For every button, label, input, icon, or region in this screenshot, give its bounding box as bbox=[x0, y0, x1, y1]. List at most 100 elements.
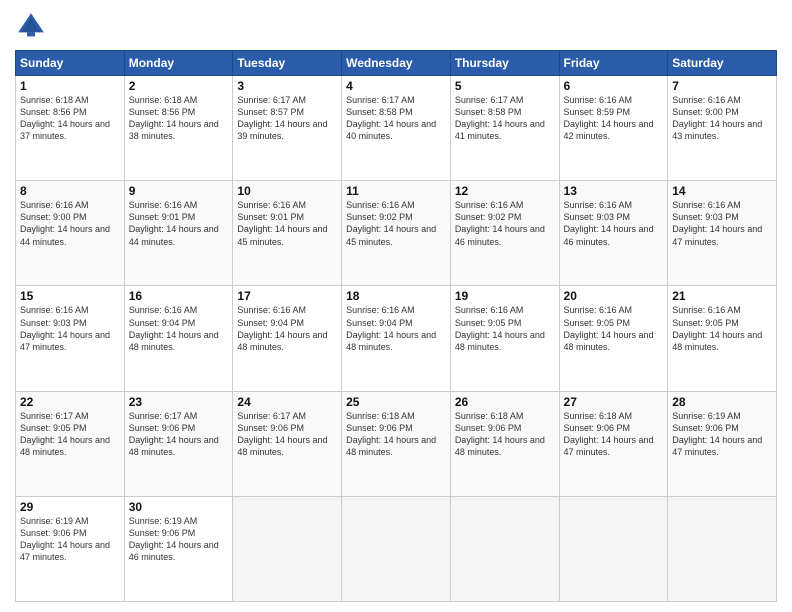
day-number: 24 bbox=[237, 395, 337, 409]
cell-details: Sunrise: 6:16 AMSunset: 9:05 PMDaylight:… bbox=[455, 304, 555, 353]
calendar-cell: 30Sunrise: 6:19 AMSunset: 9:06 PMDayligh… bbox=[124, 496, 233, 601]
day-number: 14 bbox=[672, 184, 772, 198]
col-header-sunday: Sunday bbox=[16, 51, 125, 76]
calendar-cell: 16Sunrise: 6:16 AMSunset: 9:04 PMDayligh… bbox=[124, 286, 233, 391]
day-number: 7 bbox=[672, 79, 772, 93]
calendar-cell: 3Sunrise: 6:17 AMSunset: 8:57 PMDaylight… bbox=[233, 76, 342, 181]
day-number: 22 bbox=[20, 395, 120, 409]
cell-details: Sunrise: 6:19 AMSunset: 9:06 PMDaylight:… bbox=[672, 410, 772, 459]
calendar-week-row: 29Sunrise: 6:19 AMSunset: 9:06 PMDayligh… bbox=[16, 496, 777, 601]
calendar-week-row: 1Sunrise: 6:18 AMSunset: 8:56 PMDaylight… bbox=[16, 76, 777, 181]
day-number: 21 bbox=[672, 289, 772, 303]
cell-details: Sunrise: 6:16 AMSunset: 9:03 PMDaylight:… bbox=[20, 304, 120, 353]
day-number: 13 bbox=[564, 184, 664, 198]
calendar-cell: 28Sunrise: 6:19 AMSunset: 9:06 PMDayligh… bbox=[668, 391, 777, 496]
cell-details: Sunrise: 6:19 AMSunset: 9:06 PMDaylight:… bbox=[129, 515, 229, 564]
calendar-cell: 5Sunrise: 6:17 AMSunset: 8:58 PMDaylight… bbox=[450, 76, 559, 181]
cell-details: Sunrise: 6:18 AMSunset: 8:56 PMDaylight:… bbox=[20, 94, 120, 143]
calendar-cell: 7Sunrise: 6:16 AMSunset: 9:00 PMDaylight… bbox=[668, 76, 777, 181]
day-number: 11 bbox=[346, 184, 446, 198]
calendar-cell: 10Sunrise: 6:16 AMSunset: 9:01 PMDayligh… bbox=[233, 181, 342, 286]
cell-details: Sunrise: 6:16 AMSunset: 9:03 PMDaylight:… bbox=[564, 199, 664, 248]
calendar-table: SundayMondayTuesdayWednesdayThursdayFrid… bbox=[15, 50, 777, 602]
cell-details: Sunrise: 6:16 AMSunset: 9:00 PMDaylight:… bbox=[20, 199, 120, 248]
cell-details: Sunrise: 6:17 AMSunset: 9:06 PMDaylight:… bbox=[129, 410, 229, 459]
cell-details: Sunrise: 6:17 AMSunset: 9:06 PMDaylight:… bbox=[237, 410, 337, 459]
calendar-cell: 29Sunrise: 6:19 AMSunset: 9:06 PMDayligh… bbox=[16, 496, 125, 601]
day-number: 20 bbox=[564, 289, 664, 303]
calendar-cell bbox=[668, 496, 777, 601]
calendar-cell: 21Sunrise: 6:16 AMSunset: 9:05 PMDayligh… bbox=[668, 286, 777, 391]
calendar-week-row: 8Sunrise: 6:16 AMSunset: 9:00 PMDaylight… bbox=[16, 181, 777, 286]
cell-details: Sunrise: 6:16 AMSunset: 8:59 PMDaylight:… bbox=[564, 94, 664, 143]
col-header-monday: Monday bbox=[124, 51, 233, 76]
day-number: 25 bbox=[346, 395, 446, 409]
day-number: 1 bbox=[20, 79, 120, 93]
calendar-cell: 20Sunrise: 6:16 AMSunset: 9:05 PMDayligh… bbox=[559, 286, 668, 391]
day-number: 15 bbox=[20, 289, 120, 303]
calendar-cell: 2Sunrise: 6:18 AMSunset: 8:56 PMDaylight… bbox=[124, 76, 233, 181]
cell-details: Sunrise: 6:16 AMSunset: 9:05 PMDaylight:… bbox=[564, 304, 664, 353]
cell-details: Sunrise: 6:16 AMSunset: 9:02 PMDaylight:… bbox=[455, 199, 555, 248]
calendar-cell: 27Sunrise: 6:18 AMSunset: 9:06 PMDayligh… bbox=[559, 391, 668, 496]
cell-details: Sunrise: 6:18 AMSunset: 8:56 PMDaylight:… bbox=[129, 94, 229, 143]
calendar-cell bbox=[450, 496, 559, 601]
calendar-cell: 23Sunrise: 6:17 AMSunset: 9:06 PMDayligh… bbox=[124, 391, 233, 496]
day-number: 17 bbox=[237, 289, 337, 303]
calendar-cell bbox=[559, 496, 668, 601]
calendar-cell: 9Sunrise: 6:16 AMSunset: 9:01 PMDaylight… bbox=[124, 181, 233, 286]
day-number: 28 bbox=[672, 395, 772, 409]
cell-details: Sunrise: 6:16 AMSunset: 9:04 PMDaylight:… bbox=[129, 304, 229, 353]
cell-details: Sunrise: 6:16 AMSunset: 9:02 PMDaylight:… bbox=[346, 199, 446, 248]
calendar-cell: 24Sunrise: 6:17 AMSunset: 9:06 PMDayligh… bbox=[233, 391, 342, 496]
cell-details: Sunrise: 6:17 AMSunset: 8:58 PMDaylight:… bbox=[346, 94, 446, 143]
calendar-cell: 12Sunrise: 6:16 AMSunset: 9:02 PMDayligh… bbox=[450, 181, 559, 286]
calendar-cell: 19Sunrise: 6:16 AMSunset: 9:05 PMDayligh… bbox=[450, 286, 559, 391]
cell-details: Sunrise: 6:16 AMSunset: 9:04 PMDaylight:… bbox=[346, 304, 446, 353]
day-number: 4 bbox=[346, 79, 446, 93]
cell-details: Sunrise: 6:16 AMSunset: 9:03 PMDaylight:… bbox=[672, 199, 772, 248]
calendar-cell: 22Sunrise: 6:17 AMSunset: 9:05 PMDayligh… bbox=[16, 391, 125, 496]
calendar-cell: 8Sunrise: 6:16 AMSunset: 9:00 PMDaylight… bbox=[16, 181, 125, 286]
calendar-cell: 14Sunrise: 6:16 AMSunset: 9:03 PMDayligh… bbox=[668, 181, 777, 286]
cell-details: Sunrise: 6:17 AMSunset: 8:58 PMDaylight:… bbox=[455, 94, 555, 143]
col-header-thursday: Thursday bbox=[450, 51, 559, 76]
day-number: 6 bbox=[564, 79, 664, 93]
cell-details: Sunrise: 6:16 AMSunset: 9:01 PMDaylight:… bbox=[237, 199, 337, 248]
day-number: 27 bbox=[564, 395, 664, 409]
cell-details: Sunrise: 6:19 AMSunset: 9:06 PMDaylight:… bbox=[20, 515, 120, 564]
calendar-cell: 26Sunrise: 6:18 AMSunset: 9:06 PMDayligh… bbox=[450, 391, 559, 496]
calendar-cell: 11Sunrise: 6:16 AMSunset: 9:02 PMDayligh… bbox=[342, 181, 451, 286]
logo-icon bbox=[15, 10, 47, 42]
day-number: 18 bbox=[346, 289, 446, 303]
day-number: 12 bbox=[455, 184, 555, 198]
calendar-cell: 15Sunrise: 6:16 AMSunset: 9:03 PMDayligh… bbox=[16, 286, 125, 391]
calendar-cell: 25Sunrise: 6:18 AMSunset: 9:06 PMDayligh… bbox=[342, 391, 451, 496]
page: SundayMondayTuesdayWednesdayThursdayFrid… bbox=[0, 0, 792, 612]
calendar-cell: 4Sunrise: 6:17 AMSunset: 8:58 PMDaylight… bbox=[342, 76, 451, 181]
day-number: 29 bbox=[20, 500, 120, 514]
day-number: 30 bbox=[129, 500, 229, 514]
logo bbox=[15, 10, 51, 42]
calendar-cell: 17Sunrise: 6:16 AMSunset: 9:04 PMDayligh… bbox=[233, 286, 342, 391]
calendar-cell bbox=[342, 496, 451, 601]
calendar-week-row: 15Sunrise: 6:16 AMSunset: 9:03 PMDayligh… bbox=[16, 286, 777, 391]
calendar-header-row: SundayMondayTuesdayWednesdayThursdayFrid… bbox=[16, 51, 777, 76]
cell-details: Sunrise: 6:17 AMSunset: 9:05 PMDaylight:… bbox=[20, 410, 120, 459]
cell-details: Sunrise: 6:16 AMSunset: 9:01 PMDaylight:… bbox=[129, 199, 229, 248]
cell-details: Sunrise: 6:16 AMSunset: 9:04 PMDaylight:… bbox=[237, 304, 337, 353]
calendar-week-row: 22Sunrise: 6:17 AMSunset: 9:05 PMDayligh… bbox=[16, 391, 777, 496]
calendar-cell: 6Sunrise: 6:16 AMSunset: 8:59 PMDaylight… bbox=[559, 76, 668, 181]
cell-details: Sunrise: 6:18 AMSunset: 9:06 PMDaylight:… bbox=[455, 410, 555, 459]
day-number: 5 bbox=[455, 79, 555, 93]
day-number: 16 bbox=[129, 289, 229, 303]
calendar-cell: 18Sunrise: 6:16 AMSunset: 9:04 PMDayligh… bbox=[342, 286, 451, 391]
cell-details: Sunrise: 6:16 AMSunset: 9:05 PMDaylight:… bbox=[672, 304, 772, 353]
day-number: 2 bbox=[129, 79, 229, 93]
col-header-tuesday: Tuesday bbox=[233, 51, 342, 76]
col-header-wednesday: Wednesday bbox=[342, 51, 451, 76]
header bbox=[15, 10, 777, 42]
day-number: 10 bbox=[237, 184, 337, 198]
col-header-saturday: Saturday bbox=[668, 51, 777, 76]
calendar-cell bbox=[233, 496, 342, 601]
